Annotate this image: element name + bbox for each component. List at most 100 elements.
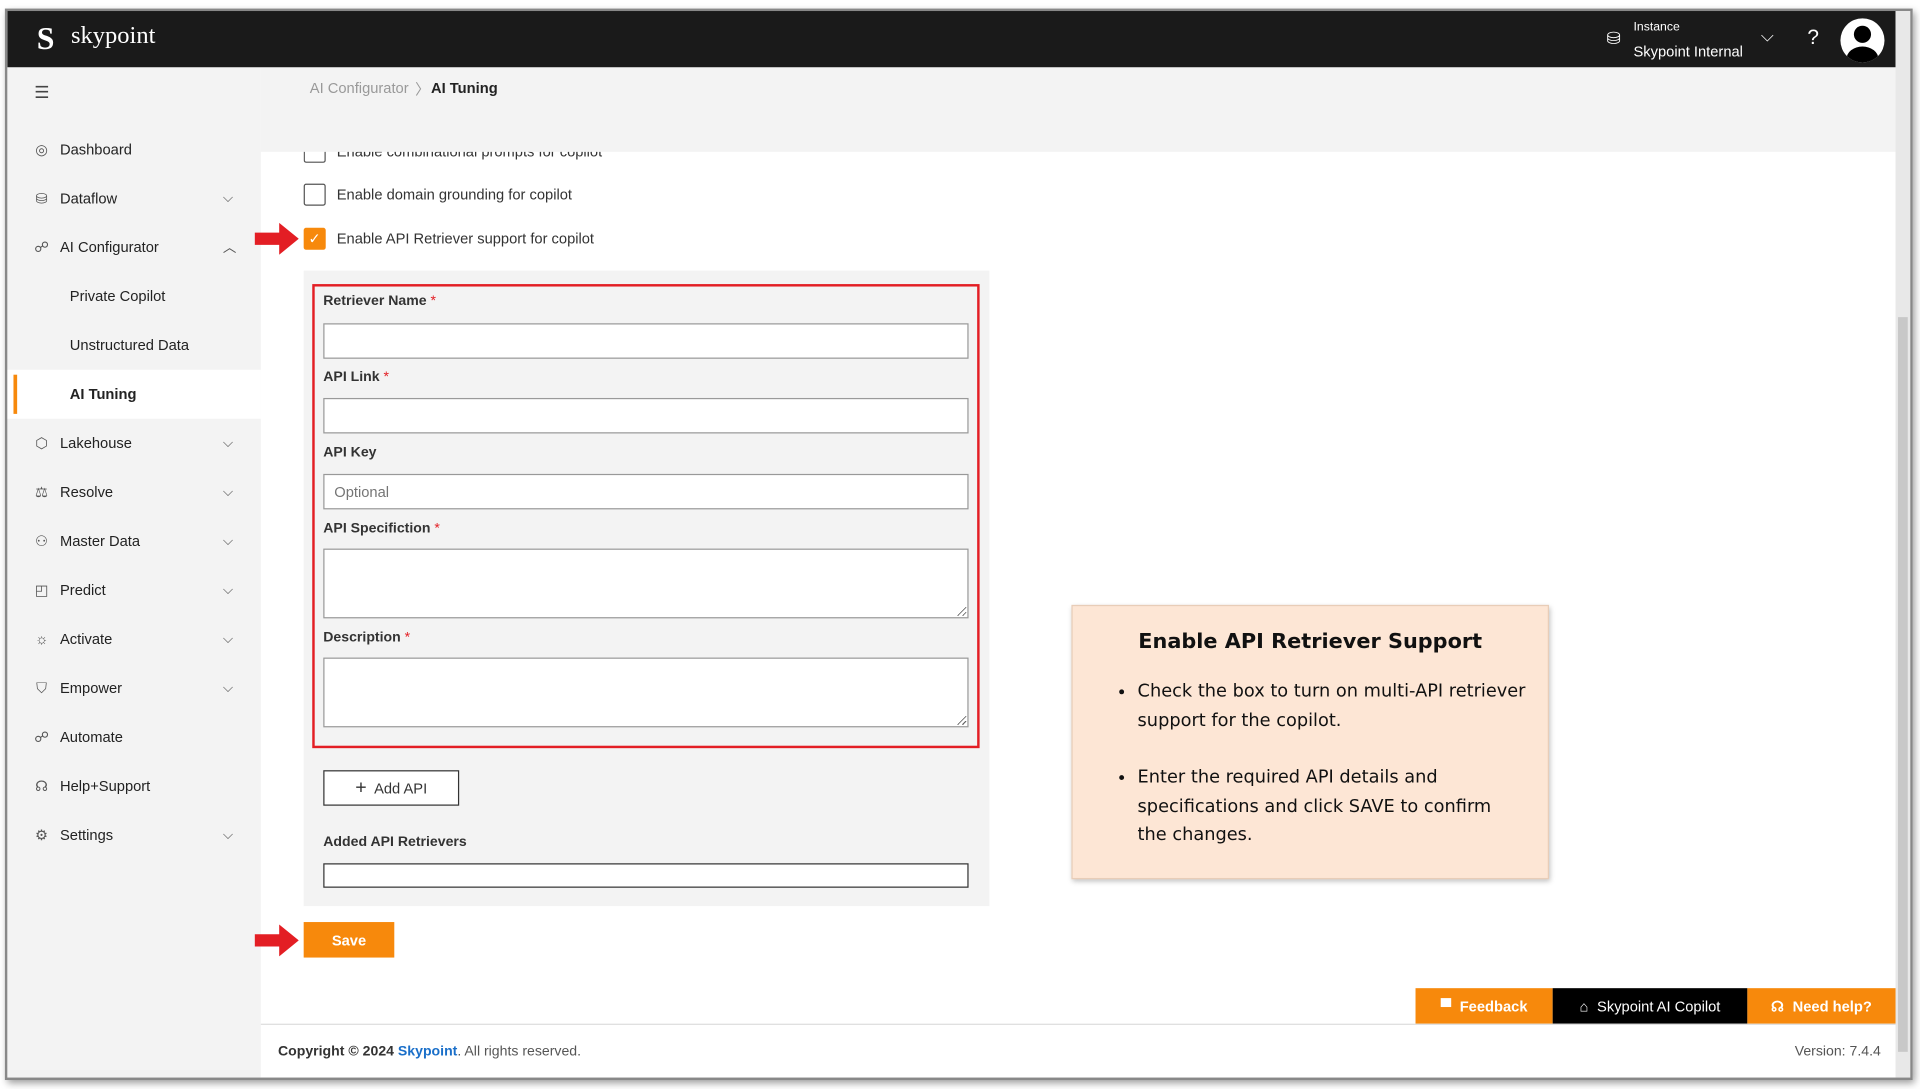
breadcrumb-current: AI Tuning <box>431 79 498 97</box>
checkbox[interactable] <box>303 183 326 206</box>
need-help-label: Need help? <box>1792 997 1872 1015</box>
api-spec-textarea[interactable] <box>323 548 969 619</box>
red-arrow-icon <box>254 222 299 255</box>
help-icon[interactable]: ? <box>1807 26 1819 50</box>
instance-label: Instance <box>1633 20 1680 35</box>
dashboard-icon: ◎ <box>35 140 49 158</box>
plus-icon: + <box>355 776 367 798</box>
sidebar-item-master-data[interactable]: ⚇ Master Data ⌵ <box>7 517 260 566</box>
sidebar-item-label: Private Copilot <box>69 287 166 305</box>
sidebar-item-automate[interactable]: ☍ Automate <box>7 713 260 762</box>
chevron-down-icon[interactable]: ⌵ <box>1761 26 1774 47</box>
empower-icon: ⛉ <box>36 678 48 697</box>
copyright: Copyright © 2024 Skypoint. All rights re… <box>277 1044 582 1060</box>
add-api-button[interactable]: + Add API <box>323 770 460 806</box>
ai-configurator-icon: ☍ <box>34 238 50 256</box>
sidebar-item-dashboard[interactable]: ◎ Dashboard <box>7 125 260 174</box>
checkbox-api-retriever[interactable]: ✓ Enable API Retriever support for copilo… <box>303 227 595 250</box>
callout-bullet: Enter the required API details and speci… <box>1138 764 1526 850</box>
sidebar-item-lakehouse[interactable]: ⬡ Lakehouse ⌵ <box>7 419 260 468</box>
sidebar-item-empower[interactable]: ⛉ Empower ⌵ <box>7 664 260 713</box>
added-api-retrievers-list[interactable] <box>323 863 969 888</box>
sidebar-item-private-copilot[interactable]: Private Copilot <box>7 272 260 321</box>
avatar[interactable] <box>1840 18 1885 63</box>
breadcrumb-parent[interactable]: AI Configurator <box>310 80 409 97</box>
sidebar: ☰ ◎ Dashboard ⛁ Dataflow ⌵ ☍ AI Configurator ︿ P… <box>7 67 261 1078</box>
app-window: S skypoint ⛁ Instance Skypoint Internal … <box>4 8 1913 1081</box>
chevron-icon[interactable]: ︿ <box>223 238 236 258</box>
sidebar-item-activate[interactable]: ☼ Activate ⌵ <box>7 615 260 664</box>
sidebar-item-label: Dataflow <box>60 189 118 207</box>
sidebar-item-label: AI Tuning <box>69 385 137 403</box>
copilot-button[interactable]: ⌂ Skypoint AI Copilot <box>1552 988 1748 1024</box>
checkbox-label: Enable API Retriever support for copilot <box>336 230 595 248</box>
sidebar-item-label: Lakehouse <box>60 434 132 452</box>
sidebar-item-label: Resolve <box>60 483 114 501</box>
checkbox-checked[interactable]: ✓ <box>303 227 326 250</box>
sidebar-item-label: Activate <box>60 630 113 648</box>
sidebar-item-label: Dashboard <box>60 140 132 158</box>
chevron-icon[interactable]: ⌵ <box>223 533 233 549</box>
need-help-button[interactable]: ☊ Need help? <box>1747 988 1896 1024</box>
sidebar-item-label: Master Data <box>60 532 141 550</box>
gear-icon: ⚙ <box>35 826 49 844</box>
hamburger-menu-icon[interactable]: ☰ <box>34 82 49 103</box>
chevron-icon[interactable]: ⌵ <box>223 631 233 647</box>
sidebar-item-predict[interactable]: ◰ Predict ⌵ <box>7 566 260 615</box>
chevron-right-icon: 〉 <box>415 80 430 98</box>
brand-name: skypoint <box>71 22 156 49</box>
sidebar-item-unstructured-data[interactable]: Unstructured Data <box>7 321 260 370</box>
checkbox-domain-grounding[interactable]: Enable domain grounding for copilot <box>303 183 572 206</box>
headset-icon: ☊ <box>1771 997 1785 1015</box>
master-data-icon: ⚇ <box>35 532 49 550</box>
description-label: Description * <box>323 630 411 646</box>
breadcrumb: AI Configurator 〉 AI Tuning <box>260 67 1896 152</box>
activate-icon: ☼ <box>34 630 49 648</box>
logo-icon: S <box>36 20 55 57</box>
predict-icon: ◰ <box>34 581 49 599</box>
sidebar-item-help-support[interactable]: ☊ Help+Support <box>7 762 260 811</box>
chevron-icon[interactable]: ⌵ <box>223 190 233 206</box>
sidebar-item-label: Unstructured Data <box>69 336 190 354</box>
lakehouse-icon: ⬡ <box>35 434 49 452</box>
api-key-input[interactable] <box>323 473 969 510</box>
automate-icon: ☍ <box>34 728 50 746</box>
sidebar-item-dataflow[interactable]: ⛁ Dataflow ⌵ <box>7 174 260 223</box>
scrollbar[interactable] <box>1895 11 1911 1078</box>
added-api-retrievers-label: Added API Retrievers <box>323 835 467 850</box>
retriever-name-input[interactable] <box>323 323 969 359</box>
api-link-label: API Link * <box>323 369 390 385</box>
sidebar-item-label: Predict <box>60 581 106 599</box>
sidebar-item-resolve[interactable]: ⚖ Resolve ⌵ <box>7 468 260 517</box>
retriever-name-label: Retriever Name * <box>323 293 437 309</box>
instance-icon: ⛁ <box>1606 28 1621 48</box>
chevron-icon[interactable]: ⌵ <box>223 680 233 696</box>
description-textarea[interactable] <box>323 657 969 728</box>
sidebar-item-settings[interactable]: ⚙ Settings ⌵ <box>7 811 260 860</box>
save-button[interactable]: Save <box>303 922 395 958</box>
red-arrow-icon <box>254 924 299 957</box>
add-api-label: Add API <box>374 779 428 797</box>
sidebar-item-ai-tuning[interactable]: AI Tuning <box>7 369 261 419</box>
chevron-icon[interactable]: ⌵ <box>223 582 233 598</box>
headset-icon: ☊ <box>35 777 49 795</box>
chevron-icon[interactable]: ⌵ <box>223 827 233 843</box>
chat-icon: ▀ <box>1440 997 1452 1015</box>
feedback-label: Feedback <box>1459 997 1528 1015</box>
sidebar-item-label: Help+Support <box>60 777 151 795</box>
footer: Copyright © 2024 Skypoint. All rights re… <box>260 1023 1896 1078</box>
callout-title: Enable API Retriever Support <box>1138 629 1483 654</box>
sidebar-item-ai-configurator[interactable]: ☍ AI Configurator ︿ <box>7 223 260 272</box>
resolve-icon: ⚖ <box>35 483 49 501</box>
brand-link[interactable]: Skypoint <box>398 1044 457 1059</box>
instruction-callout: Enable API Retriever Support Check the b… <box>1071 604 1549 880</box>
dataflow-icon: ⛁ <box>35 189 48 207</box>
api-spec-label: API Specifiction * <box>323 521 440 537</box>
sidebar-item-label: Settings <box>60 826 114 844</box>
chevron-icon[interactable]: ⌵ <box>223 484 233 500</box>
api-link-input[interactable] <box>323 397 969 434</box>
instance-selector[interactable]: Skypoint Internal <box>1633 43 1742 60</box>
chevron-icon[interactable]: ⌵ <box>223 435 233 451</box>
copilot-label: Skypoint AI Copilot <box>1597 997 1721 1015</box>
feedback-button[interactable]: ▀ Feedback <box>1415 988 1553 1024</box>
